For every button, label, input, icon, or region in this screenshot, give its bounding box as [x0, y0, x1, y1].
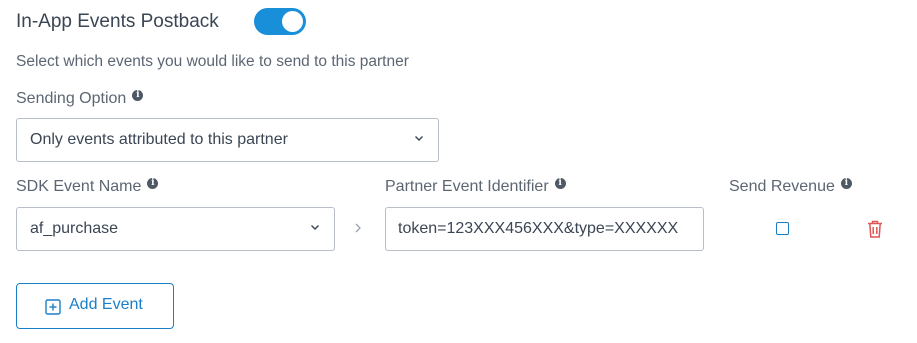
sdk-event-name-header: SDK Event Name i	[16, 176, 159, 198]
toggle-knob	[282, 11, 303, 32]
add-event-button[interactable]: Add Event	[16, 283, 174, 329]
sending-option-select[interactable]: Only events attributed to this partner	[16, 118, 439, 162]
trash-icon[interactable]	[866, 219, 884, 239]
sdk-event-value: af_purchase	[30, 220, 119, 237]
partner-event-identifier-label: Partner Event Identifier	[385, 178, 549, 195]
sdk-event-name-label: SDK Event Name	[16, 178, 142, 195]
info-icon[interactable]: i	[554, 178, 566, 189]
info-icon[interactable]: i	[132, 90, 144, 101]
sending-option-label-wrap: Sending Option i	[16, 88, 144, 110]
chevron-down-icon	[311, 225, 319, 230]
partner-event-identifier-input[interactable]	[385, 207, 704, 251]
sdk-event-select[interactable]: af_purchase	[16, 207, 335, 251]
sending-option-value: Only events attributed to this partner	[30, 131, 288, 148]
info-icon[interactable]: i	[147, 178, 159, 189]
partner-event-identifier-header: Partner Event Identifier i	[385, 176, 566, 198]
postback-toggle[interactable]	[254, 8, 306, 35]
plus-square-icon	[45, 299, 61, 315]
send-revenue-header: Send Revenue i	[729, 176, 852, 198]
send-revenue-checkbox[interactable]	[776, 222, 789, 235]
chevron-down-icon	[415, 136, 423, 141]
chevron-right-icon	[355, 223, 361, 233]
section-title: In-App Events Postback	[16, 11, 219, 32]
info-icon[interactable]: i	[840, 178, 852, 189]
section-subtitle: Select which events you would like to se…	[16, 53, 409, 70]
add-event-label: Add Event	[69, 296, 143, 313]
sending-option-label: Sending Option	[16, 90, 127, 107]
send-revenue-label: Send Revenue	[729, 178, 835, 195]
